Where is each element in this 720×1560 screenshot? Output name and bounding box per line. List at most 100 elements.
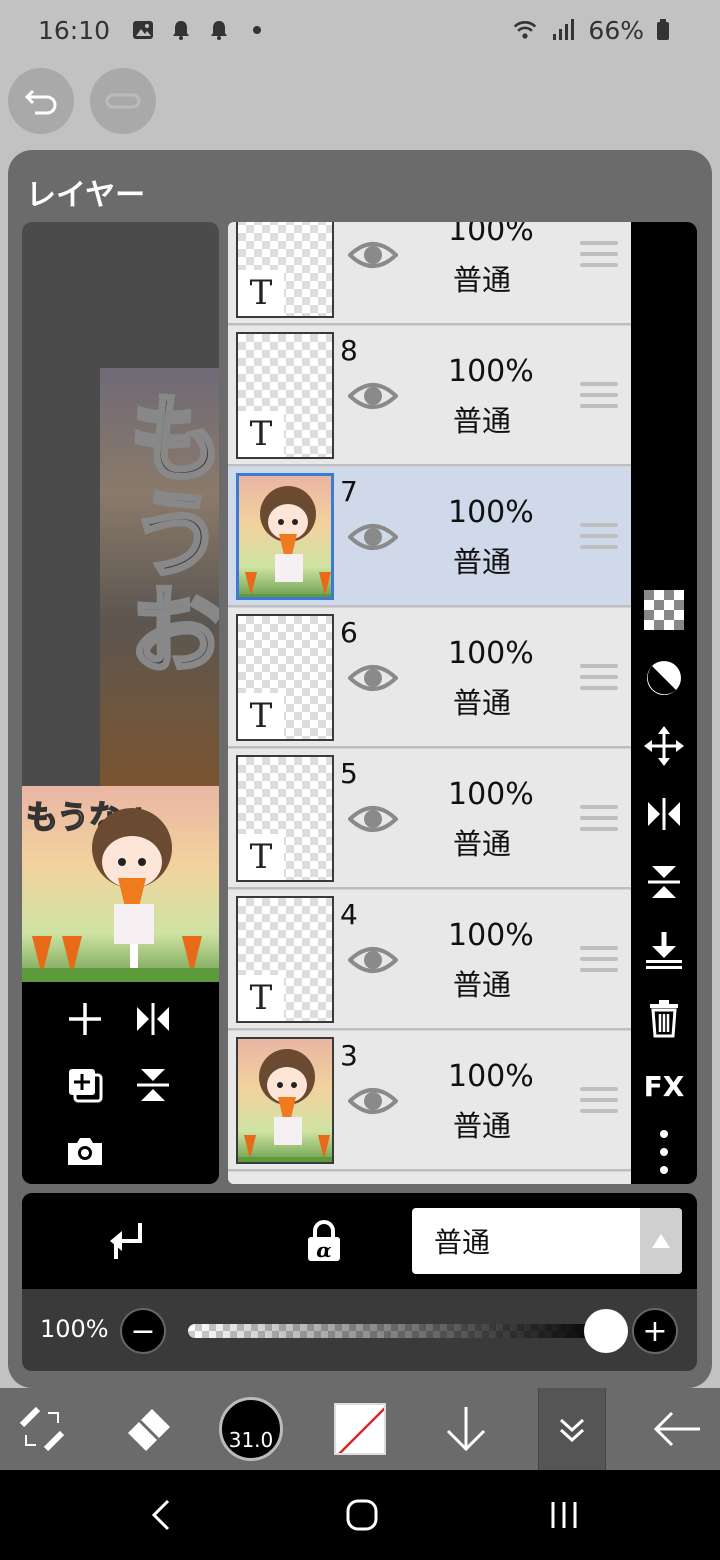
layer-opacity: 100%	[448, 354, 534, 389]
text-layer-icon: T	[238, 270, 284, 316]
flip-h-icon	[137, 1003, 169, 1035]
layer-blend-mode: 普通	[453, 827, 512, 861]
layer-row-6[interactable]: T 6 100% 普通	[228, 608, 631, 748]
invert-button[interactable]	[640, 654, 688, 702]
eye-icon[interactable]	[348, 940, 398, 980]
duplicate-layer-button[interactable]	[60, 1060, 110, 1110]
brush-size-button[interactable]: 31.0	[216, 1388, 286, 1470]
layer-opacity: 100%	[448, 1059, 534, 1094]
drag-handle-icon[interactable]	[580, 241, 618, 267]
layer-list[interactable]: T 9 100% 普通 T 8 100% 普通 7 100% 普通	[228, 222, 631, 1184]
flip-vertical-button[interactable]	[640, 858, 688, 906]
add-layer-button[interactable]	[60, 994, 110, 1044]
layer-number: 8	[340, 334, 358, 367]
character-illustration: もうなゅ	[22, 797, 219, 982]
layer-down-button[interactable]	[436, 1388, 496, 1470]
drag-handle-icon[interactable]	[580, 805, 618, 831]
eraser-icon	[128, 1409, 170, 1451]
eye-icon[interactable]	[348, 799, 398, 839]
drag-handle-icon[interactable]	[580, 664, 618, 690]
notification-bell-icon-2	[207, 18, 231, 42]
panel-title: レイヤー	[26, 178, 146, 213]
layer-panel: レイヤー もうお もうなゅ T 100% 普通 T 8 100% 普通 7 10…	[8, 150, 712, 1388]
fx-button[interactable]: FX	[640, 1062, 688, 1110]
layer-thumbnail	[236, 1037, 334, 1164]
drag-handle-icon[interactable]	[580, 382, 618, 408]
collapse-panel-button[interactable]	[538, 1388, 606, 1470]
wifi-icon	[513, 18, 537, 42]
drag-handle-icon[interactable]	[580, 946, 618, 972]
arrow-down-icon	[446, 1407, 486, 1452]
canvas-preview-pane[interactable]: もうお もうなゅ	[22, 222, 219, 1184]
opacity-slider-track[interactable]	[188, 1324, 606, 1338]
eye-icon[interactable]	[348, 658, 398, 698]
flip-vertical-preview-button[interactable]	[128, 1060, 178, 1110]
battery-icon	[651, 18, 675, 42]
flip-horizontal-preview-button[interactable]	[128, 994, 178, 1044]
layer-row-7[interactable]: 7 100% 普通	[228, 467, 631, 607]
layer-opacity: 100%	[448, 918, 534, 953]
flip-h-icon	[648, 798, 680, 830]
flip-v-icon	[648, 866, 680, 898]
alpha-lock-button[interactable]: α	[298, 1215, 350, 1267]
system-nav-bar	[0, 1470, 720, 1560]
opacity-increase-button[interactable]: +	[632, 1308, 678, 1354]
contrast-icon	[647, 661, 681, 695]
layer-row-9[interactable]: T 9 100% 普通	[228, 222, 631, 325]
drag-handle-icon[interactable]	[580, 1087, 618, 1113]
layer-thumbnail: T	[236, 755, 334, 882]
canvas-preview-strip[interactable]: もうお	[100, 368, 219, 788]
eraser-tool-button[interactable]	[118, 1388, 178, 1470]
layer-thumbnail: T	[236, 332, 334, 459]
merge-down-button[interactable]	[640, 926, 688, 974]
blend-mode-select[interactable]: 普通	[412, 1208, 682, 1274]
more-icon	[660, 1130, 668, 1174]
redo-button[interactable]	[90, 68, 156, 134]
color-picker-button[interactable]	[330, 1388, 390, 1470]
move-button[interactable]	[640, 722, 688, 770]
nav-back-button[interactable]	[130, 1490, 190, 1540]
drag-handle-icon[interactable]	[580, 523, 618, 549]
layer-number: 9	[340, 222, 358, 226]
chevron-left-icon	[151, 1499, 170, 1531]
layer-row-5[interactable]: T 5 100% 普通	[228, 749, 631, 889]
layer-row-4[interactable]: T 4 100% 普通	[228, 890, 631, 1030]
recents-icon	[551, 1502, 577, 1528]
undo-button[interactable]	[8, 68, 74, 134]
nav-home-button[interactable]	[332, 1490, 392, 1540]
status-bar: 16:10 66%	[0, 0, 720, 60]
transparency-button[interactable]	[640, 586, 688, 634]
more-options-button[interactable]	[640, 1128, 688, 1176]
transform-tool-button[interactable]	[12, 1388, 72, 1470]
layer-row-8[interactable]: T 8 100% 普通	[228, 326, 631, 466]
flip-horizontal-button[interactable]	[640, 790, 688, 838]
nav-recents-button[interactable]	[534, 1490, 594, 1540]
canvas-thumbnail[interactable]: もうなゅ	[22, 786, 219, 982]
eye-icon[interactable]	[348, 376, 398, 416]
clipping-button[interactable]	[100, 1215, 152, 1267]
layer-blend-mode: 普通	[453, 263, 512, 297]
text-layer-icon: T	[238, 693, 284, 739]
layer-blend-mode: 普通	[453, 545, 512, 579]
delete-layer-button[interactable]	[640, 994, 688, 1042]
back-arrow-button[interactable]	[646, 1388, 708, 1470]
camera-button[interactable]	[60, 1126, 110, 1176]
layer-row-3[interactable]: 3 100% 普通	[228, 1031, 631, 1171]
eye-icon[interactable]	[348, 1081, 398, 1121]
opacity-slider-knob[interactable]	[584, 1309, 628, 1353]
signal-icon	[551, 18, 575, 42]
camera-icon	[68, 1138, 102, 1165]
triangle-up-icon	[640, 1208, 682, 1274]
layer-row-2-partial[interactable]	[228, 1172, 631, 1184]
flip-v-icon	[137, 1069, 169, 1101]
plus-icon	[69, 1003, 101, 1035]
eye-icon[interactable]	[348, 235, 398, 275]
undo-icon	[24, 89, 57, 115]
layer-thumbnail: T	[236, 222, 334, 318]
eye-icon[interactable]	[348, 517, 398, 557]
notification-bell-icon	[169, 18, 193, 42]
blend-mode-label: 普通	[434, 1226, 491, 1259]
opacity-decrease-button[interactable]: −	[120, 1308, 166, 1354]
preview-strip-text: もうお	[110, 386, 219, 678]
right-tools-column: FX	[631, 222, 697, 1184]
